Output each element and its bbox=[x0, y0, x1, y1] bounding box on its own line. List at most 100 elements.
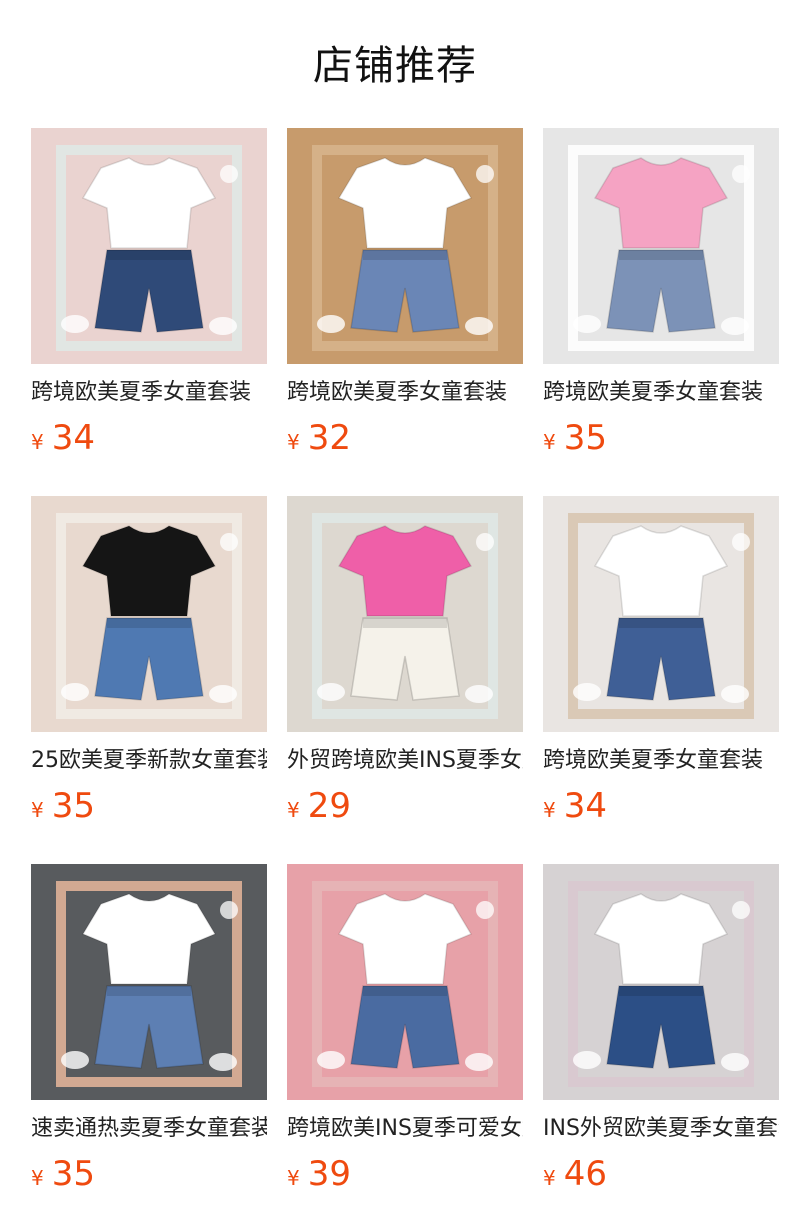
shoe bbox=[209, 317, 237, 335]
currency-symbol: ¥ bbox=[543, 798, 556, 822]
product-name[interactable]: 跨境欧美INS夏季可爱女童 bbox=[287, 1114, 523, 1144]
currency-symbol: ¥ bbox=[31, 798, 44, 822]
product-card[interactable]: 跨境欧美INS夏季可爱女童 ¥ 39 bbox=[287, 864, 523, 1232]
shoe bbox=[209, 685, 237, 703]
product-name[interactable]: 跨境欧美夏季女童套装 bbox=[287, 378, 523, 408]
product-card[interactable]: 速卖通热卖夏季女童套装 ¥ 35 bbox=[31, 864, 267, 1232]
shoe bbox=[573, 1051, 601, 1069]
accessory bbox=[220, 533, 238, 551]
shoe bbox=[721, 685, 749, 703]
waistband bbox=[363, 986, 447, 996]
product-price: ¥ 29 bbox=[287, 786, 523, 826]
product-price: ¥ 39 bbox=[287, 1154, 523, 1194]
accessory bbox=[732, 901, 750, 919]
accessory bbox=[476, 165, 494, 183]
shoe bbox=[61, 1051, 89, 1069]
accessory bbox=[732, 165, 750, 183]
product-price: ¥ 35 bbox=[31, 786, 267, 826]
waistband bbox=[363, 250, 447, 260]
product-image[interactable] bbox=[287, 496, 523, 732]
outfit-illustration bbox=[543, 496, 779, 732]
product-name[interactable]: 跨境欧美夏季女童套装 bbox=[543, 378, 779, 408]
waistband bbox=[619, 986, 703, 996]
product-card[interactable]: 跨境欧美夏季女童套装 ¥ 34 bbox=[31, 128, 267, 496]
outfit-illustration bbox=[543, 864, 779, 1100]
shoe bbox=[465, 1053, 493, 1071]
product-image[interactable] bbox=[287, 864, 523, 1100]
product-name[interactable]: 25欧美夏季新款女童套装 bbox=[31, 746, 267, 776]
product-price: ¥ 32 bbox=[287, 418, 523, 458]
waistband bbox=[107, 250, 191, 260]
store-recommendation-page: 店铺推荐 跨境欧美夏季女童套装 ¥ 34 跨境欧美夏季女童套装 ¥ 32 跨境欧… bbox=[0, 0, 790, 1232]
shoe bbox=[317, 683, 345, 701]
shoe bbox=[465, 685, 493, 703]
currency-symbol: ¥ bbox=[287, 798, 300, 822]
currency-symbol: ¥ bbox=[543, 1166, 556, 1190]
outfit-illustration bbox=[31, 128, 267, 364]
accessory bbox=[476, 533, 494, 551]
product-name[interactable]: 速卖通热卖夏季女童套装 bbox=[31, 1114, 267, 1144]
shoe bbox=[721, 1053, 749, 1071]
outfit-illustration bbox=[287, 128, 523, 364]
price-value: 39 bbox=[307, 1154, 351, 1194]
outfit-illustration bbox=[31, 496, 267, 732]
shoe bbox=[573, 315, 601, 333]
waistband bbox=[619, 250, 703, 260]
shoe bbox=[61, 683, 89, 701]
product-image[interactable] bbox=[287, 128, 523, 364]
section-title: 店铺推荐 bbox=[313, 43, 477, 89]
waistband bbox=[619, 618, 703, 628]
product-price: ¥ 34 bbox=[31, 418, 267, 458]
price-value: 35 bbox=[563, 418, 607, 458]
product-price: ¥ 35 bbox=[31, 1154, 267, 1194]
shoe bbox=[721, 317, 749, 335]
price-value: 35 bbox=[51, 786, 95, 826]
accessory bbox=[476, 901, 494, 919]
product-name[interactable]: INS外贸欧美夏季女童套装 bbox=[543, 1114, 779, 1144]
product-image[interactable] bbox=[543, 864, 779, 1100]
product-name[interactable]: 外贸跨境欧美INS夏季女童 bbox=[287, 746, 523, 776]
outfit-illustration bbox=[31, 864, 267, 1100]
product-card[interactable]: 跨境欧美夏季女童套装 ¥ 34 bbox=[543, 496, 779, 864]
outfit-illustration bbox=[287, 864, 523, 1100]
accessory bbox=[732, 533, 750, 551]
shoe bbox=[317, 1051, 345, 1069]
shoe bbox=[317, 315, 345, 333]
price-value: 34 bbox=[563, 786, 607, 826]
accessory bbox=[220, 165, 238, 183]
product-name[interactable]: 跨境欧美夏季女童套装 bbox=[31, 378, 267, 408]
product-price: ¥ 35 bbox=[543, 418, 779, 458]
product-image[interactable] bbox=[543, 128, 779, 364]
currency-symbol: ¥ bbox=[543, 430, 556, 454]
waistband bbox=[107, 986, 191, 996]
shoe bbox=[573, 683, 601, 701]
product-name[interactable]: 跨境欧美夏季女童套装 bbox=[543, 746, 779, 776]
shoe bbox=[465, 317, 493, 335]
waistband bbox=[363, 618, 447, 628]
currency-symbol: ¥ bbox=[287, 430, 300, 454]
product-price: ¥ 46 bbox=[543, 1154, 779, 1194]
outfit-illustration bbox=[287, 496, 523, 732]
product-image[interactable] bbox=[31, 496, 267, 732]
product-image[interactable] bbox=[31, 128, 267, 364]
accessory bbox=[220, 901, 238, 919]
currency-symbol: ¥ bbox=[287, 1166, 300, 1190]
product-card[interactable]: 25欧美夏季新款女童套装 ¥ 35 bbox=[31, 496, 267, 864]
product-card[interactable]: 外贸跨境欧美INS夏季女童 ¥ 29 bbox=[287, 496, 523, 864]
product-price: ¥ 34 bbox=[543, 786, 779, 826]
product-image[interactable] bbox=[31, 864, 267, 1100]
product-grid: 跨境欧美夏季女童套装 ¥ 34 跨境欧美夏季女童套装 ¥ 32 跨境欧美夏季女童… bbox=[31, 128, 779, 1232]
product-card[interactable]: 跨境欧美夏季女童套装 ¥ 32 bbox=[287, 128, 523, 496]
price-value: 35 bbox=[51, 1154, 95, 1194]
currency-symbol: ¥ bbox=[31, 1166, 44, 1190]
price-value: 32 bbox=[307, 418, 351, 458]
product-card[interactable]: INS外贸欧美夏季女童套装 ¥ 46 bbox=[543, 864, 779, 1232]
shoe bbox=[61, 315, 89, 333]
product-card[interactable]: 跨境欧美夏季女童套装 ¥ 35 bbox=[543, 128, 779, 496]
outfit-illustration bbox=[543, 128, 779, 364]
product-image[interactable] bbox=[543, 496, 779, 732]
price-value: 34 bbox=[51, 418, 95, 458]
currency-symbol: ¥ bbox=[31, 430, 44, 454]
price-value: 29 bbox=[307, 786, 351, 826]
waistband bbox=[107, 618, 191, 628]
